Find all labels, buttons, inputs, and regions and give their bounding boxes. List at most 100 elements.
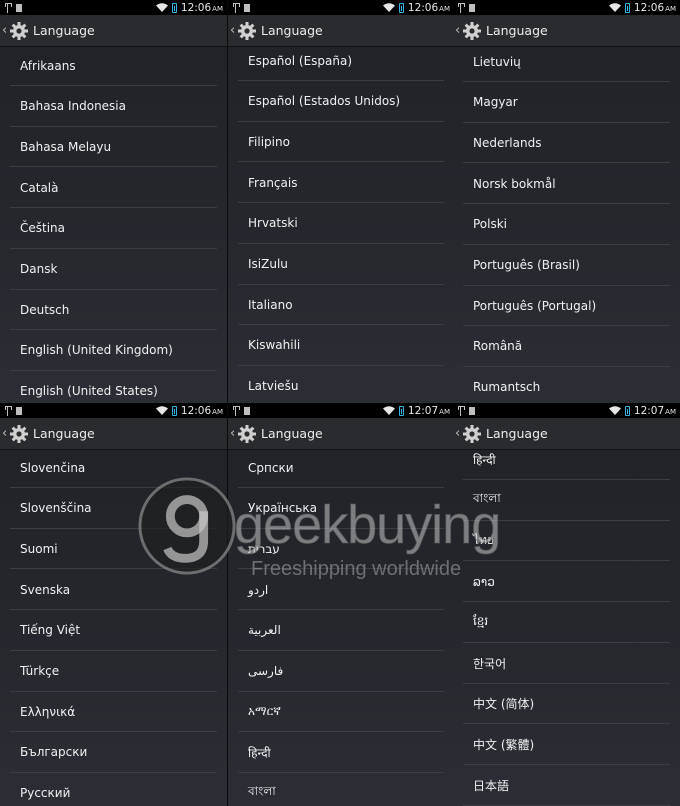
action-bar[interactable]: ‹ Language: [453, 418, 680, 450]
status-bar: 12:07AM: [453, 403, 680, 418]
notification-icons: [232, 2, 250, 13]
language-item[interactable]: Dansk: [10, 250, 217, 290]
wifi-icon: [382, 406, 395, 415]
language-item[interactable]: Čeština: [10, 209, 217, 249]
language-item[interactable]: Magyar: [463, 83, 670, 123]
language-list[interactable]: Slovenčina Slovenščina Suomi Svenska Tiếng V…: [0, 449, 227, 806]
language-item[interactable]: Kiswahili: [238, 326, 444, 366]
language-item[interactable]: Hrvatski: [238, 204, 444, 244]
language-item[interactable]: 日本語: [463, 766, 670, 806]
usb-icon: [232, 405, 240, 416]
back-chevron-icon[interactable]: ‹: [230, 24, 236, 37]
language-item[interactable]: Français: [238, 163, 444, 204]
language-item[interactable]: Suomi: [10, 529, 217, 570]
clock: 12:06AM: [634, 2, 676, 14]
status-bar: 12:06AM: [0, 403, 227, 418]
notification-icon: [16, 3, 22, 12]
language-item[interactable]: ລາວ: [463, 562, 670, 603]
language-item[interactable]: ខ្មែរ: [463, 603, 670, 643]
language-item[interactable]: Português (Portugal): [463, 286, 670, 327]
battery-icon: [398, 2, 404, 13]
status-bar: 12:06AM: [453, 0, 680, 15]
language-item[interactable]: English (United States): [10, 372, 217, 403]
settings-panel: 12:07AM ‹ Language Српски Українська עברית…: [227, 403, 455, 806]
language-item[interactable]: বাংলা: [463, 481, 670, 521]
language-list[interactable]: हिन्दी বাংলা ไทย ລາວ ខ្មែរ 한국어 中文 (简体) 中文 (繁體) 日…: [453, 449, 680, 806]
language-item[interactable]: اردو: [238, 570, 444, 611]
language-item[interactable]: Latviešu: [238, 367, 444, 403]
language-item[interactable]: Nederlands: [463, 123, 670, 164]
language-item[interactable]: Türkçe: [10, 652, 217, 692]
language-item[interactable]: Polski: [463, 205, 670, 245]
language-item[interactable]: Български: [10, 733, 217, 773]
clock-ampm: AM: [665, 4, 676, 13]
battery-icon: [398, 405, 404, 416]
language-item[interactable]: Bahasa Indonesia: [10, 87, 217, 127]
language-list[interactable]: Српски Українська עברית اردو العربية فارسی አማር…: [228, 449, 454, 806]
usb-icon: [457, 2, 465, 13]
action-bar[interactable]: ‹ Language: [228, 418, 454, 450]
language-list[interactable]: Español (España) Español (Estados Unidos)…: [228, 46, 454, 403]
language-item[interactable]: Rumantsch: [463, 368, 670, 403]
language-item[interactable]: Català: [10, 168, 217, 209]
language-item[interactable]: አማርኛ: [238, 692, 444, 733]
language-item[interactable]: Español (Estados Unidos): [238, 82, 444, 122]
back-chevron-icon[interactable]: ‹: [2, 24, 8, 37]
action-bar[interactable]: ‹ Language: [228, 15, 454, 47]
language-item[interactable]: Filipino: [238, 122, 444, 163]
usb-icon: [457, 405, 465, 416]
language-item[interactable]: 한국어: [463, 644, 670, 684]
clock-time: 12:07: [407, 404, 439, 417]
language-list[interactable]: Afrikaans Bahasa Indonesia Bahasa Melayu Ca…: [0, 46, 227, 403]
language-item[interactable]: Deutsch: [10, 290, 217, 331]
language-item[interactable]: Español (España): [238, 46, 444, 81]
back-chevron-icon[interactable]: ‹: [230, 427, 236, 440]
action-bar[interactable]: ‹ Language: [453, 15, 680, 47]
language-item[interactable]: 中文 (繁體): [463, 725, 670, 765]
language-item[interactable]: Русский: [10, 774, 217, 806]
language-list[interactable]: Lietuvių Magyar Nederlands Norsk bokmål Pols…: [453, 46, 680, 403]
language-item[interactable]: বাংলা: [238, 774, 444, 806]
language-item[interactable]: Norsk bokmål: [463, 164, 670, 205]
back-chevron-icon[interactable]: ‹: [455, 427, 461, 440]
language-item[interactable]: Українська: [238, 489, 444, 529]
language-item[interactable]: العربية: [238, 611, 444, 651]
clock-ampm: AM: [212, 407, 223, 416]
notification-icons: [457, 2, 475, 13]
clock-time: 12:06: [180, 1, 212, 14]
notification-icon: [244, 3, 250, 12]
gear-icon: [463, 21, 481, 40]
action-bar[interactable]: ‹ Language: [0, 418, 227, 450]
language-item[interactable]: Svenska: [10, 570, 217, 611]
back-chevron-icon[interactable]: ‹: [455, 24, 461, 37]
settings-panel: 12:06AM ‹ Language Español (España) Españ…: [227, 0, 455, 403]
language-item[interactable]: עברית: [238, 529, 444, 570]
wifi-icon: [155, 3, 168, 12]
language-item[interactable]: Српски: [238, 449, 444, 488]
language-item[interactable]: ไทย: [463, 521, 670, 562]
language-item[interactable]: English (United Kingdom): [10, 331, 217, 371]
language-item[interactable]: हिन्दी: [463, 449, 670, 480]
language-item[interactable]: فارسی: [238, 652, 444, 692]
language-item[interactable]: Italiano: [238, 285, 444, 326]
language-item[interactable]: Lietuvių: [463, 46, 670, 82]
language-item[interactable]: Afrikaans: [10, 46, 217, 86]
language-item[interactable]: Português (Brasil): [463, 246, 670, 286]
language-item[interactable]: हिन्दी: [238, 733, 444, 773]
language-item[interactable]: Română: [463, 327, 670, 367]
language-item[interactable]: IsiZulu: [238, 245, 444, 285]
language-item[interactable]: Slovenčina: [10, 449, 217, 488]
page-title: Language: [261, 23, 323, 38]
system-icons: 12:07AM: [608, 404, 676, 417]
notification-icons: [457, 405, 475, 416]
clock: 12:06AM: [408, 2, 450, 14]
language-item[interactable]: Slovenščina: [10, 489, 217, 529]
language-item[interactable]: Bahasa Melayu: [10, 127, 217, 168]
gear-icon: [10, 424, 28, 443]
language-item[interactable]: 中文 (简体): [463, 684, 670, 725]
action-bar[interactable]: ‹ Language: [0, 15, 227, 47]
clock-ampm: AM: [665, 407, 676, 416]
language-item[interactable]: Tiếng Việt: [10, 611, 217, 651]
back-chevron-icon[interactable]: ‹: [2, 427, 8, 440]
language-item[interactable]: Ελληνικά: [10, 692, 217, 733]
